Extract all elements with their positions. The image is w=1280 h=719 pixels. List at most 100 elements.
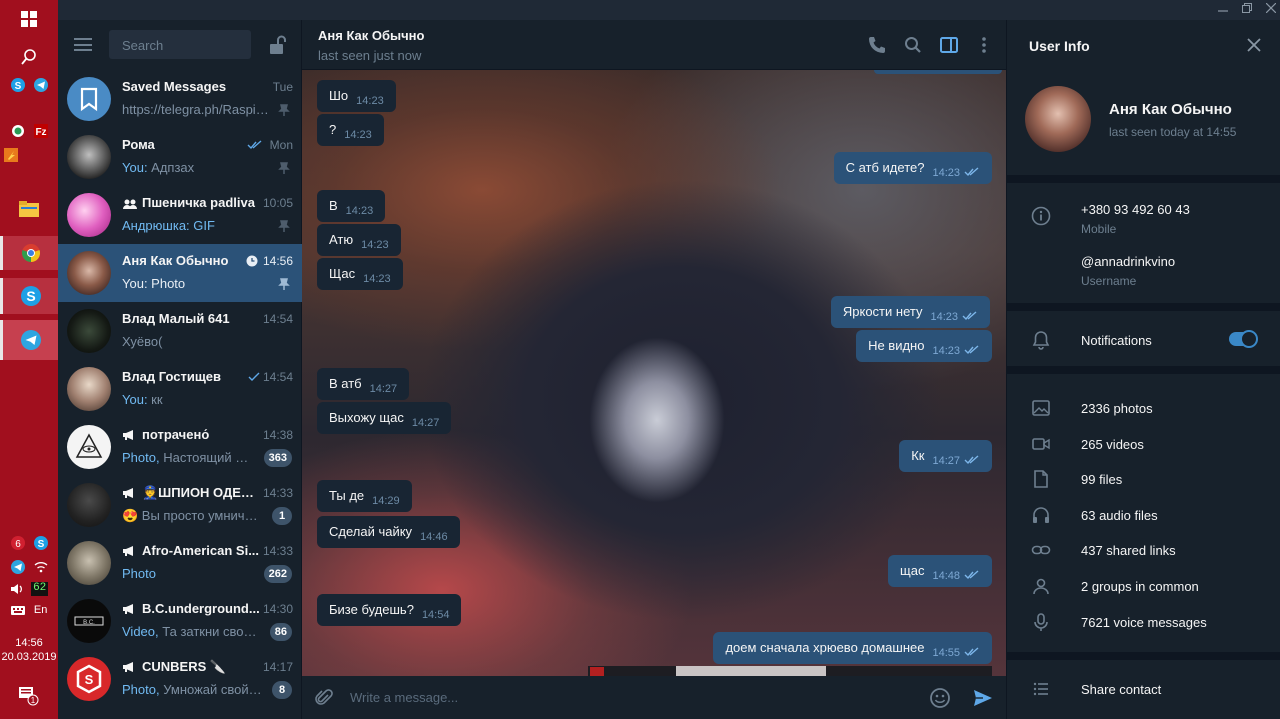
potracheno-avatar <box>67 425 111 469</box>
window-close-button[interactable] <box>1262 2 1280 18</box>
chat-name: Влад Малый 641 <box>122 311 230 326</box>
profile-avatar[interactable] <box>1025 86 1091 152</box>
send-icon[interactable] <box>972 687 994 709</box>
message-input[interactable]: Write a message... <box>350 690 458 705</box>
chat-item-potracheno[interactable]: потрачено́ 14:38 Photo, Настоящий му... … <box>58 418 302 476</box>
message-bubble[interactable]: Бизе будешь? 14:54 <box>317 594 462 626</box>
message-text: Сделай чайку <box>329 524 413 539</box>
message-bubble[interactable]: щас 14:48 <box>888 555 992 587</box>
skype-icon[interactable]: S <box>10 78 25 92</box>
panel-title: User Info <box>1029 38 1090 54</box>
language-indicator[interactable]: En <box>34 604 47 616</box>
message-bubble[interactable]: Ты де 14:29 <box>317 480 412 512</box>
message-text: Выхожу щас <box>329 410 404 425</box>
message-bubble[interactable]: Сделай чайку 14:46 <box>317 516 460 548</box>
chat-preview: You: кк <box>122 392 272 407</box>
chrome-taskbar-button[interactable] <box>0 236 58 270</box>
message-bubble[interactable]: Атю 14:23 <box>317 224 401 256</box>
skype-taskbar-button[interactable]: S <box>0 278 58 314</box>
message-time: 14:23 <box>356 95 384 107</box>
taskbar-clock[interactable]: 14:56 20.03.2019 <box>0 636 58 664</box>
chat-item-vlad-gostischev[interactable]: Влад Гостищев 14:54 You: кк <box>58 360 302 418</box>
skype-tray-icon[interactable]: S <box>33 536 48 550</box>
message-bubble[interactable]: Шо 14:23 <box>317 80 396 112</box>
search-icon[interactable] <box>903 35 923 55</box>
svg-text:6: 6 <box>15 539 21 550</box>
more-vertical-icon[interactable] <box>974 35 994 55</box>
chat-item-cunbers[interactable]: S CUNBERS 🔪 14:17 Photo, Умножай свой в.… <box>58 650 302 708</box>
media-label: 265 videos <box>1081 437 1144 452</box>
chat-item-shpion[interactable]: 👮ШПИОН ОДЕС... 14:33 😍 Вы просто умнички… <box>58 476 302 534</box>
chat-preview: Photo, Умножай свой в... <box>122 682 262 697</box>
message-bubble[interactable]: С атб идете? 14:23 <box>833 152 992 184</box>
battery-indicator[interactable]: 62 <box>31 582 49 596</box>
restore-icon <box>1242 3 1252 13</box>
minimize-button[interactable] <box>1214 2 1232 18</box>
cunbers-avatar: S <box>67 657 111 701</box>
action-center-button[interactable]: 1 <box>0 684 58 708</box>
close-icon[interactable] <box>1246 37 1262 53</box>
clock-date: 20.03.2019 <box>1 651 57 663</box>
message-text: С атб идете? <box>845 160 925 175</box>
message-bubble[interactable]: В 14:23 <box>317 190 386 222</box>
double-check-icon <box>964 455 979 465</box>
sidebar-toggle-icon[interactable] <box>939 35 959 55</box>
message-bubble[interactable]: Кк 14:27 <box>899 440 992 472</box>
svg-text:S: S <box>37 539 44 550</box>
telegram-taskbar-button[interactable] <box>0 320 58 360</box>
chat-item-anya[interactable]: Аня Как Обычно 14:56 You: Photo <box>58 244 302 302</box>
pin-icon <box>278 220 290 232</box>
start-button[interactable] <box>0 8 58 30</box>
media-label: 63 audio files <box>1081 508 1158 523</box>
clock-time: 14:56 <box>15 637 43 649</box>
attach-icon[interactable] <box>314 688 334 708</box>
app-badge-icon[interactable]: 6 <box>10 536 25 550</box>
message-bubble[interactable]: доем сначала хрюево домашнее 14:55 <box>713 632 992 664</box>
chat-item-roma[interactable]: Рома Mon You: Адпзах <box>58 128 302 186</box>
photo-message-preview[interactable] <box>588 666 992 676</box>
message-time: 14:23 <box>932 167 960 179</box>
tray-row-4: En <box>0 604 58 616</box>
chat-item-afro-american[interactable]: Afro-American Si... 14:33 Photo 262 <box>58 534 302 592</box>
message-bubble[interactable]: В атб 14:27 <box>317 368 410 400</box>
message-time: 14:55 <box>932 647 960 659</box>
message-bubble[interactable]: Яркости нету 14:23 <box>830 296 990 328</box>
file-explorer-button[interactable] <box>0 192 58 226</box>
chat-item-vlad-maly[interactable]: Влад Малый 641 14:54 Хуёво( <box>58 302 302 360</box>
chat-item-saved-messages[interactable]: Saved Messages Tue https://telegra.ph/Ra… <box>58 70 302 128</box>
search-input[interactable]: Search <box>109 30 251 59</box>
filezilla-icon[interactable]: Fz <box>33 124 48 138</box>
message-bubble[interactable]: ? 14:23 <box>317 114 384 146</box>
maximize-button[interactable] <box>1238 2 1256 18</box>
search-button[interactable] <box>0 46 58 68</box>
section-divider <box>1007 366 1280 374</box>
message-bubble[interactable]: Не видно 14:23 <box>856 330 992 362</box>
keyboard-icon[interactable] <box>10 604 25 616</box>
chat-preview: Андрюшка: GIF <box>122 218 272 233</box>
app-orange-icon[interactable] <box>4 148 18 162</box>
chat-preview: Хуёво( <box>122 334 163 349</box>
message-time: 14:27 <box>411 417 440 429</box>
chat-item-bc-underground[interactable]: B.C. B.C.underground... 14:30 Video, Та … <box>58 592 302 650</box>
media-label: 2 groups in common <box>1081 579 1199 594</box>
volume-icon[interactable] <box>10 582 24 596</box>
message-text: Шо <box>329 88 349 103</box>
sender-label: Video, <box>122 624 159 639</box>
sender-label: Андрюшка: <box>122 218 190 233</box>
telegram-tray-icon[interactable] <box>10 560 25 574</box>
emoji-icon[interactable] <box>929 687 951 709</box>
app-green-icon[interactable] <box>11 124 25 138</box>
message-history[interactable]: Шо 14:23 ? 14:23 С атб идете? 14:23 В 14:23 … <box>302 70 1006 676</box>
chat-item-pshenichka[interactable]: Пшеничка padliva 10:05 Андрюшка: GIF <box>58 186 302 244</box>
hamburger-menu-icon[interactable] <box>74 38 92 51</box>
wifi-icon[interactable] <box>34 560 48 574</box>
chat-title[interactable]: Аня Как Обычно <box>318 28 424 43</box>
message-text: щас <box>900 563 925 578</box>
notifications-toggle[interactable] <box>1229 330 1258 348</box>
search-icon <box>21 49 36 65</box>
message-bubble[interactable]: Выхожу щас 14:27 <box>317 402 452 434</box>
phone-icon[interactable] <box>867 35 887 55</box>
message-bubble[interactable]: Щас 14:23 <box>317 258 403 290</box>
telegram-icon[interactable] <box>33 78 48 92</box>
lock-open-icon[interactable] <box>269 35 287 55</box>
